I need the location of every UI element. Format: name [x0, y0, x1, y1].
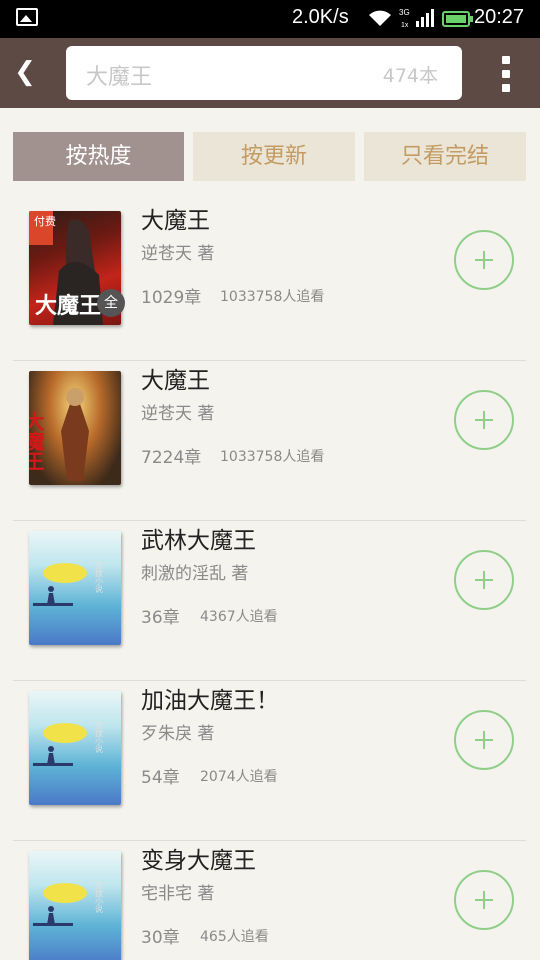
cover-title-text: 大魔王 [29, 411, 45, 471]
book-title: 大魔王 [141, 208, 210, 234]
book-author: 逆苍天 著 [141, 244, 215, 264]
app-header: ❮ 大魔王 474本 [0, 38, 540, 108]
cover-title-text: 大魔王 [35, 293, 101, 319]
book-author: 宅非宅 著 [141, 884, 215, 904]
clock: 20:27 [474, 6, 525, 28]
chapter-count: 1029章 [141, 288, 202, 308]
overflow-menu-button[interactable] [494, 56, 518, 92]
battery-icon [442, 11, 473, 27]
menu-dot-icon [502, 70, 510, 78]
tab-sort-hot[interactable]: 按热度 [13, 132, 184, 181]
status-bar: 2.0K/s 3G 1x 20:27 [0, 0, 540, 38]
chevron-left-icon: ❮ [14, 57, 36, 87]
svg-text:1x: 1x [401, 22, 409, 29]
menu-dot-icon [502, 56, 510, 64]
book-title: 变身大魔王 [141, 848, 256, 874]
follower-count: 1033758人追看 [220, 449, 325, 465]
add-to-shelf-button[interactable] [454, 230, 514, 290]
image-notification-icon [16, 8, 38, 26]
book-cover: 宜搜小说 [29, 851, 121, 960]
book-author: 歹朱戾 著 [141, 724, 215, 744]
book-title: 大魔王 [141, 368, 210, 394]
add-to-shelf-button[interactable] [454, 550, 514, 610]
completed-badge: 全 [97, 289, 125, 317]
back-button[interactable]: ❮ [8, 52, 42, 94]
chapter-count: 30章 [141, 928, 180, 948]
add-to-shelf-button[interactable] [454, 870, 514, 930]
add-to-shelf-button[interactable] [454, 390, 514, 450]
chapter-count: 36章 [141, 608, 180, 628]
list-item[interactable]: 大魔王 大魔王 逆苍天 著 7224章 1033758人追看 [13, 361, 526, 521]
cover-paid-label: 付费 [34, 215, 56, 228]
cover-title-text: 宜搜小说 [95, 560, 104, 594]
cover-title-text: 宜搜小说 [95, 720, 104, 754]
follower-count: 1033758人追看 [220, 289, 325, 305]
signal-icon: 3G 1x [399, 8, 434, 29]
follower-count: 4367人追看 [200, 609, 278, 625]
list-item[interactable]: 宜搜小说 加油大魔王！ 歹朱戾 著 54章 2074人追看 [13, 681, 526, 841]
cover-title-text: 宜搜小说 [95, 880, 104, 914]
network-type: 3G [399, 8, 410, 17]
menu-dot-icon [502, 84, 510, 92]
book-cover: 宜搜小说 [29, 531, 121, 645]
add-to-shelf-button[interactable] [454, 710, 514, 770]
chapter-count: 54章 [141, 768, 180, 788]
book-title: 加油大魔王！ [141, 688, 279, 714]
result-count: 474本 [382, 65, 438, 87]
search-box[interactable]: 大魔王 474本 [66, 46, 462, 100]
network-speed: 2.0K/s [292, 6, 349, 28]
search-query: 大魔王 [86, 65, 153, 90]
tab-sort-update[interactable]: 按更新 [193, 132, 355, 181]
list-item[interactable]: 宜搜小说 变身大魔王 宅非宅 著 30章 465人追看 [13, 841, 526, 960]
list-item[interactable]: 宜搜小说 武林大魔王 刺激的淫乱 著 36章 4367人追看 [13, 521, 526, 681]
follower-count: 465人追看 [200, 929, 269, 945]
book-cover: 大魔王 [29, 371, 121, 485]
book-cover: 宜搜小说 [29, 691, 121, 805]
book-title: 武林大魔王 [141, 528, 256, 554]
chapter-count: 7224章 [141, 448, 202, 468]
tab-completed-only[interactable]: 只看完结 [364, 132, 526, 181]
list-item[interactable]: 付费 大魔王 全 大魔王 逆苍天 著 1029章 1033758人追看 [13, 201, 526, 361]
wifi-icon [369, 10, 391, 26]
book-author: 逆苍天 著 [141, 404, 215, 424]
book-author: 刺激的淫乱 著 [141, 564, 249, 584]
follower-count: 2074人追看 [200, 769, 278, 785]
